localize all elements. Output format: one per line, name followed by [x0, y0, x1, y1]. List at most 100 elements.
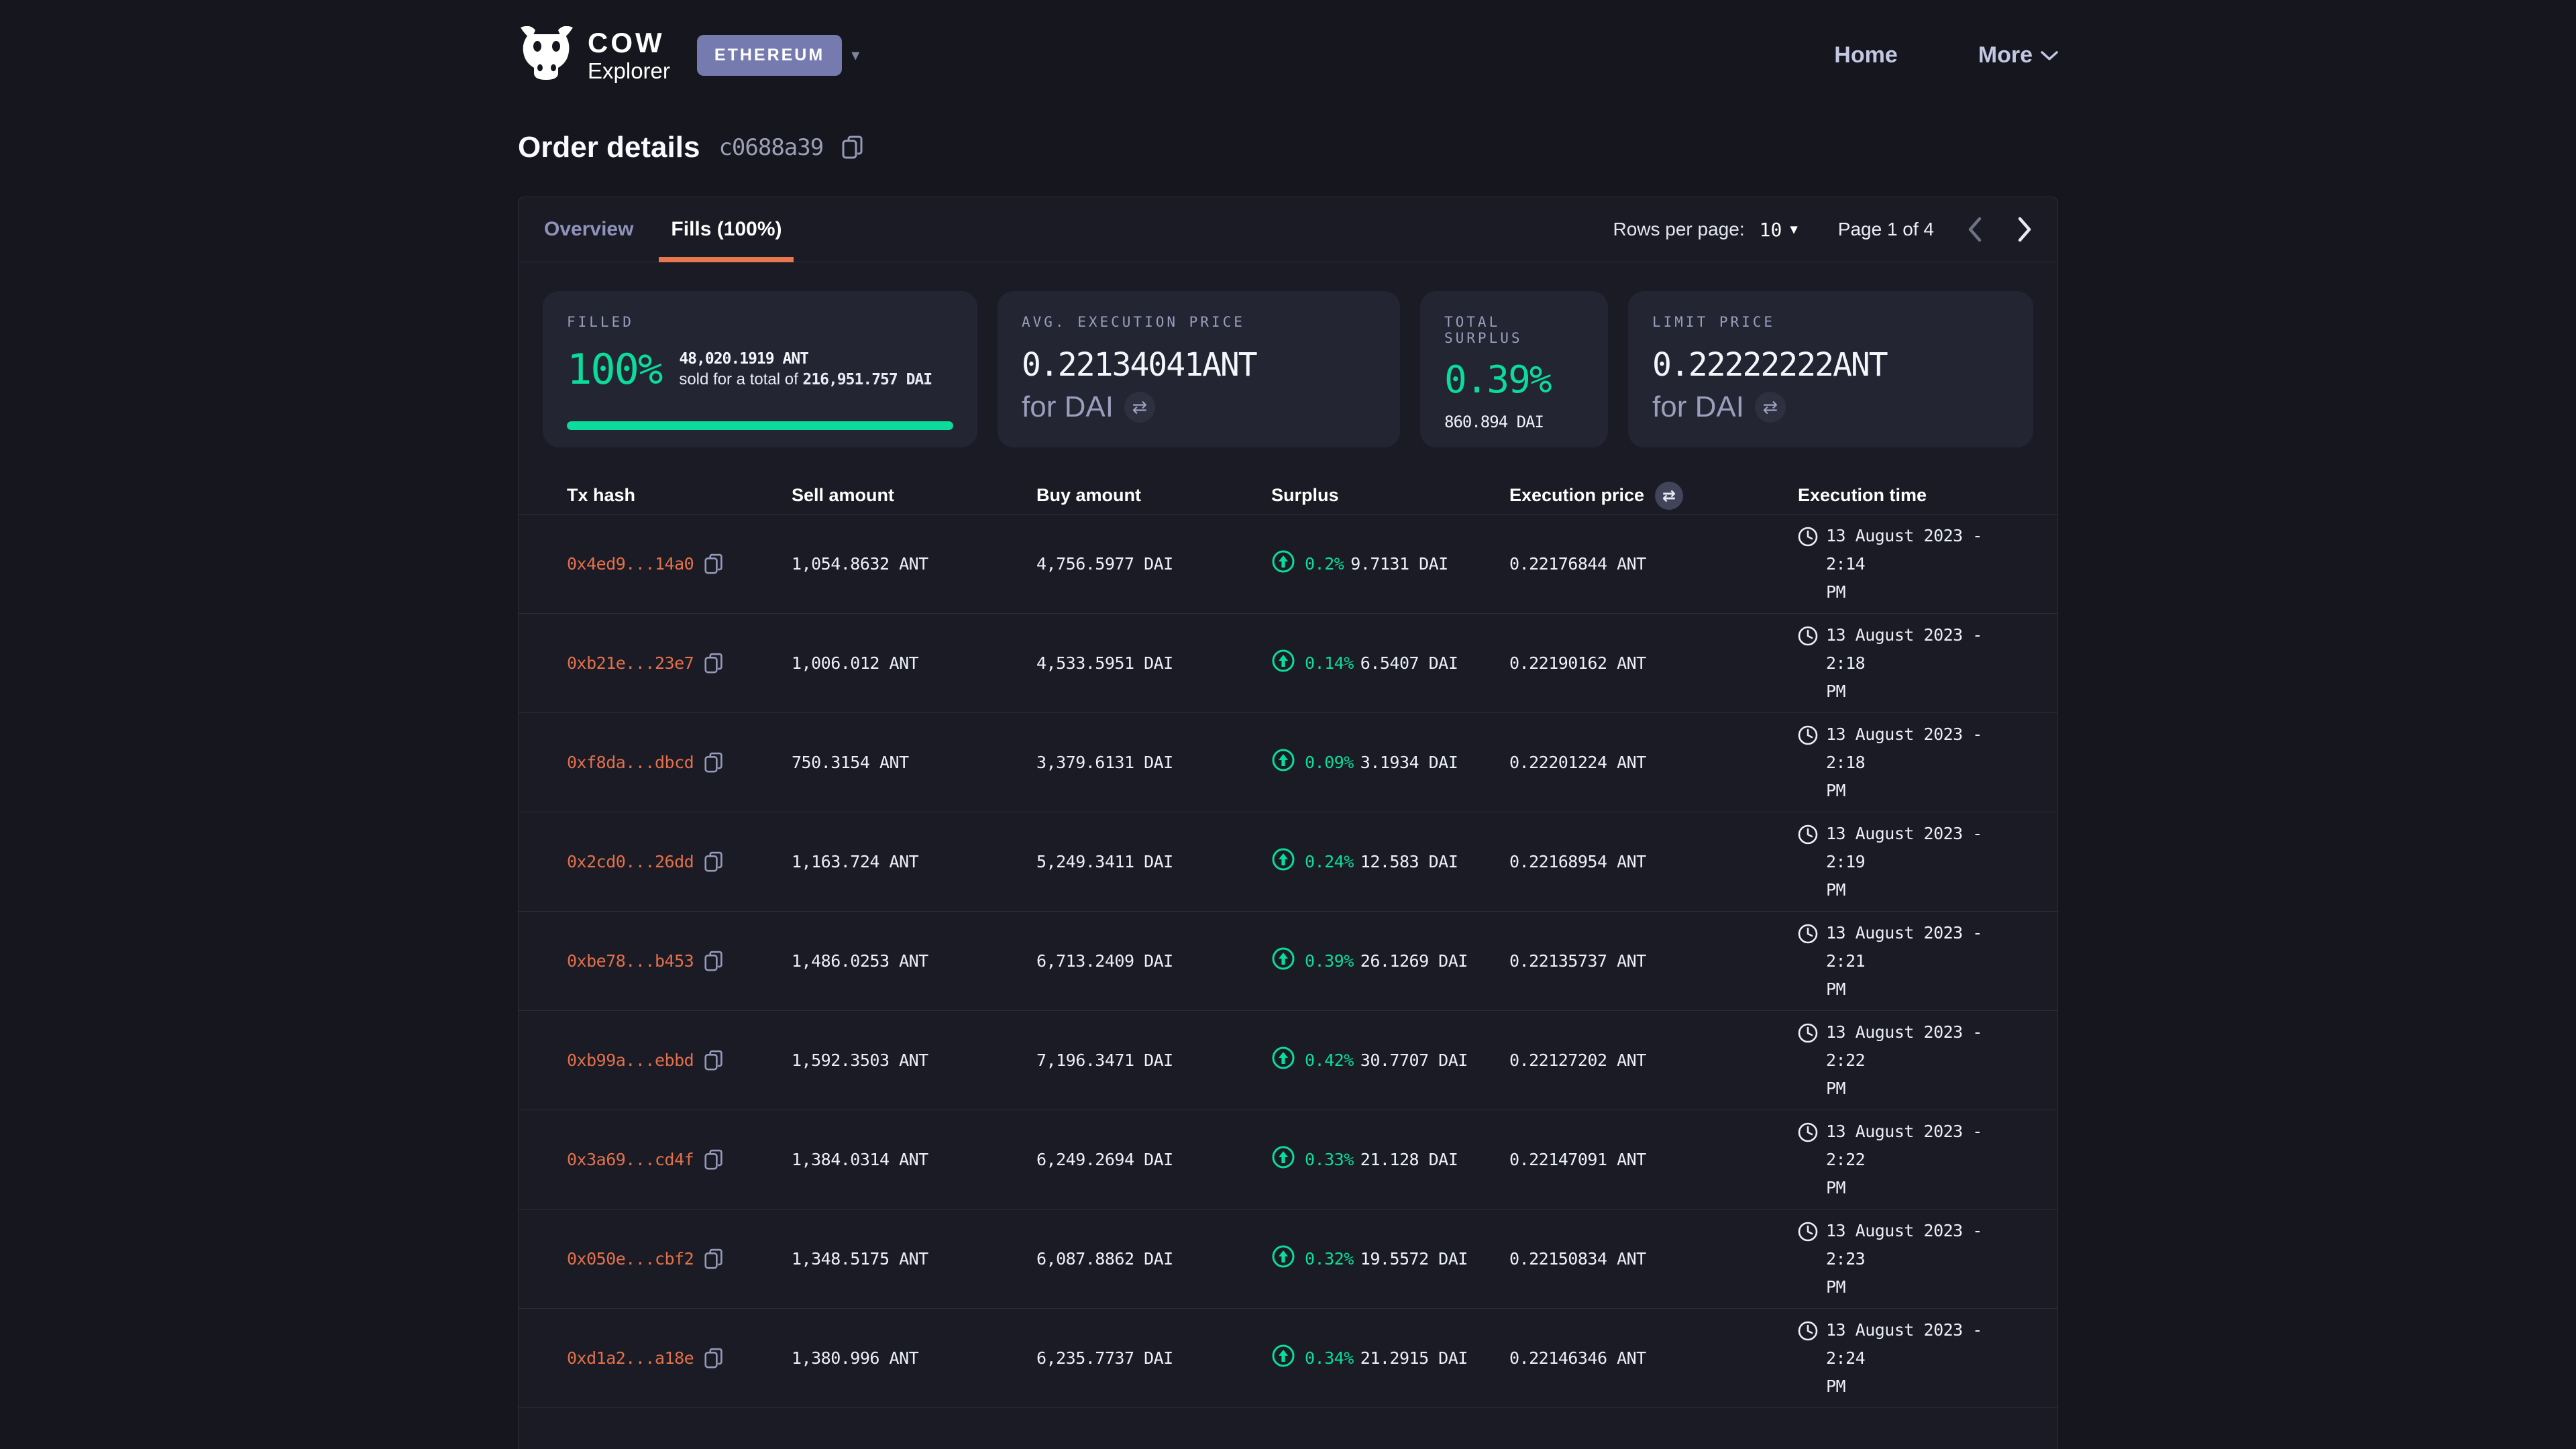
surplus-amount: 6.5407 DAI	[1360, 653, 1458, 673]
tab-overview[interactable]: Overview	[532, 197, 645, 262]
sell-amount-cell: 1,163.724 ANT	[792, 852, 1036, 871]
surplus-amount: 21.2915 DAI	[1360, 1348, 1468, 1368]
buy-amount-cell: 6,235.7737 DAI	[1036, 1348, 1271, 1368]
surplus-percent: 0.2%	[1305, 554, 1344, 574]
clock-icon	[1798, 522, 1818, 555]
surplus-cell: 0.2% 9.7131 DAI	[1271, 549, 1509, 578]
execution-time-cell: 13 August 2023 - 2:24PM	[1798, 1316, 2031, 1401]
network-badge[interactable]: ETHEREUM	[697, 35, 842, 76]
invert-price-icon[interactable]: ⇄	[1124, 392, 1155, 423]
surplus-cell: 0.24%12.583 DAI	[1271, 847, 1509, 876]
column-buy-amount: Buy amount	[1036, 485, 1271, 506]
tx-hash-link[interactable]: 0xf8da...dbcd	[567, 753, 694, 772]
nav-home-link[interactable]: Home	[1834, 42, 1897, 68]
table-row: 0x2cd0...26dd1,163.724 ANT5,249.3411 DAI…	[519, 812, 2057, 912]
copy-tx-hash-icon[interactable]	[704, 553, 723, 575]
surplus-percent: 0.14%	[1305, 653, 1354, 673]
buy-amount-cell: 6,713.2409 DAI	[1036, 951, 1271, 971]
surplus-cell: 0.34%21.2915 DAI	[1271, 1344, 1509, 1373]
more-chevron-down-icon	[2041, 50, 2058, 61]
limit-price-label: LIMIT PRICE	[1652, 314, 2009, 330]
tx-hash-link[interactable]: 0x4ed9...14a0	[567, 554, 694, 574]
clock-icon	[1798, 621, 1818, 655]
network-chevron-down-icon[interactable]: ▾	[851, 46, 859, 65]
execution-price-cell: 0.22135737 ANT	[1509, 951, 1798, 971]
clock-icon	[1798, 720, 1818, 754]
page-indicator: Page 1 of 4	[1838, 219, 1934, 240]
column-execution-price: Execution price ⇄	[1509, 482, 1798, 510]
tab-bar: Overview Fills (100%) Rows per page: 10 …	[519, 197, 2057, 262]
copy-tx-hash-icon[interactable]	[704, 851, 723, 873]
filled-sold-total: sold for a total of 216,951.757 DAI	[679, 370, 932, 389]
avg-execution-price-card: AVG. EXECUTION PRICE 0.22134041ANT for D…	[998, 291, 1400, 447]
surplus-cell: 0.32%19.5572 DAI	[1271, 1244, 1509, 1273]
arrow-up-circle-icon	[1271, 847, 1298, 876]
rows-per-page-select[interactable]: 10 ▼	[1760, 219, 1798, 241]
invert-price-icon[interactable]: ⇄	[1755, 392, 1786, 423]
arrow-up-circle-icon	[1271, 748, 1298, 777]
copy-tx-hash-icon[interactable]	[704, 1248, 723, 1270]
previous-page-button[interactable]	[1966, 216, 1984, 243]
tx-hash-link[interactable]: 0xbe78...b453	[567, 951, 694, 971]
surplus-percent: 0.09%	[1305, 753, 1354, 772]
sell-amount-cell: 1,384.0314 ANT	[792, 1150, 1036, 1169]
copy-order-hash-icon[interactable]	[842, 136, 863, 160]
table-row: 0xb99a...ebbd1,592.3503 ANT7,196.3471 DA…	[519, 1011, 2057, 1110]
execution-price-cell: 0.22168954 ANT	[1509, 852, 1798, 871]
surplus-percent: 0.24%	[1305, 852, 1354, 871]
execution-time-cell: 13 August 2023 - 2:19PM	[1798, 820, 2031, 904]
surplus-cell: 0.09%3.1934 DAI	[1271, 748, 1509, 777]
tab-fills[interactable]: Fills (100%)	[659, 197, 794, 262]
tx-hash-link[interactable]: 0x2cd0...26dd	[567, 852, 694, 871]
brand-logo[interactable]: COW Explorer	[518, 26, 670, 85]
filled-card: FILLED 100% 48,020.1919 ANT sold for a t…	[543, 291, 977, 447]
tx-hash-link[interactable]: 0xd1a2...a18e	[567, 1348, 694, 1368]
execution-time-cell: 13 August 2023 - 2:18PM	[1798, 720, 2031, 805]
table-row: 0xbe78...b4531,486.0253 ANT6,713.2409 DA…	[519, 912, 2057, 1011]
sell-amount-cell: 1,380.996 ANT	[792, 1348, 1036, 1368]
execution-price-cell: 0.22147091 ANT	[1509, 1150, 1798, 1169]
summary-cards: FILLED 100% 48,020.1919 ANT sold for a t…	[519, 262, 2057, 447]
copy-tx-hash-icon[interactable]	[704, 1348, 723, 1369]
execution-time-cell: 13 August 2023 - 2:14PM	[1798, 522, 2031, 606]
surplus-percent: 0.39%	[1305, 951, 1354, 971]
rows-per-page-caret-icon: ▼	[1790, 222, 1797, 237]
tx-hash-link[interactable]: 0xb99a...ebbd	[567, 1051, 694, 1070]
avg-execution-price-value: 0.22134041ANT	[1022, 346, 1376, 384]
surplus-amount: 21.128 DAI	[1360, 1150, 1458, 1169]
surplus-cell: 0.14% 6.5407 DAI	[1271, 649, 1509, 678]
arrow-up-circle-icon	[1271, 1244, 1298, 1273]
buy-amount-cell: 4,756.5977 DAI	[1036, 554, 1271, 574]
arrow-up-circle-icon	[1271, 1145, 1298, 1174]
copy-tx-hash-icon[interactable]	[704, 951, 723, 972]
execution-time-cell: 13 August 2023 - 2:22PM	[1798, 1018, 2031, 1103]
execution-price-cell: 0.22176844 ANT	[1509, 554, 1798, 574]
copy-tx-hash-icon[interactable]	[704, 1149, 723, 1171]
total-surplus-amount: 860.894 DAI	[1444, 413, 1584, 431]
surplus-percent: 0.33%	[1305, 1150, 1354, 1169]
copy-tx-hash-icon[interactable]	[704, 1050, 723, 1071]
avg-execution-price-unit: for DAI	[1022, 390, 1114, 424]
copy-tx-hash-icon[interactable]	[704, 752, 723, 773]
tx-hash-link[interactable]: 0x3a69...cd4f	[567, 1150, 694, 1169]
sell-amount-cell: 1,348.5175 ANT	[792, 1249, 1036, 1269]
invert-execution-price-icon[interactable]: ⇄	[1655, 482, 1683, 510]
column-execution-time: Execution time	[1798, 485, 2031, 506]
clock-icon	[1798, 820, 1818, 853]
buy-amount-cell: 4,533.5951 DAI	[1036, 653, 1271, 673]
cow-logo-icon	[518, 26, 576, 85]
main-content: Order details c0688a39 Overview Fills (1…	[518, 127, 2058, 1449]
table-row: 0xf8da...dbcd750.3154 ANT3,379.6131 DAI0…	[519, 713, 2057, 812]
next-page-button[interactable]	[2016, 216, 2033, 243]
tx-hash-link[interactable]: 0xb21e...23e7	[567, 653, 694, 673]
arrow-up-circle-icon	[1271, 947, 1298, 975]
execution-time-cell: 13 August 2023 - 2:22PM	[1798, 1118, 2031, 1202]
order-hash: c0688a39	[718, 134, 823, 161]
copy-tx-hash-icon[interactable]	[704, 653, 723, 674]
tx-hash-link[interactable]: 0x050e...cbf2	[567, 1249, 694, 1269]
nav-more-menu[interactable]: More	[1978, 42, 2058, 68]
arrow-up-circle-icon	[1271, 549, 1298, 578]
execution-price-cell: 0.22146346 ANT	[1509, 1348, 1798, 1368]
fill-progress-bar	[567, 421, 953, 430]
surplus-amount: 9.7131 DAI	[1350, 554, 1448, 574]
